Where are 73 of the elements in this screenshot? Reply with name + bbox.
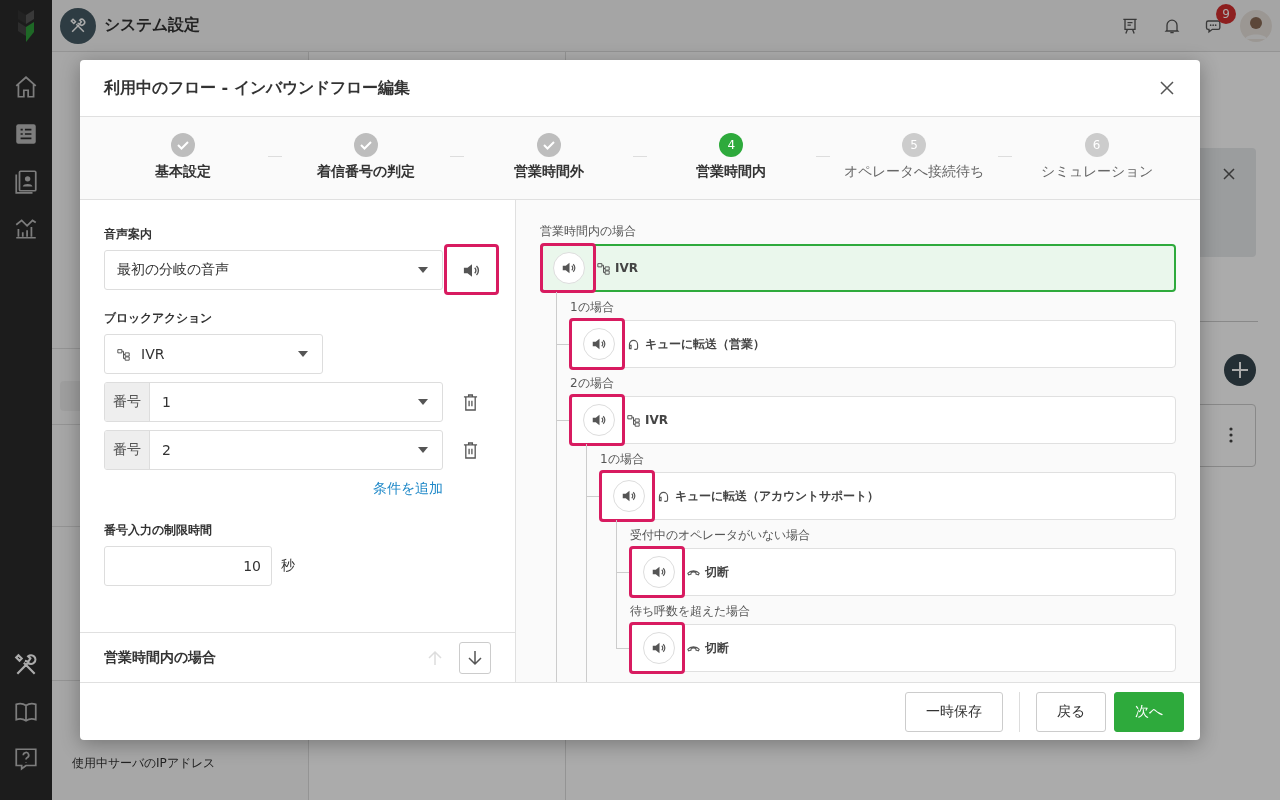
play-button[interactable] — [583, 404, 615, 436]
flow-node[interactable]: 切断 — [630, 548, 1176, 596]
headset-icon — [657, 489, 670, 503]
list-icon[interactable] — [13, 121, 39, 147]
save-draft-button[interactable]: 一時保存 — [905, 691, 1003, 732]
flow-node[interactable]: IVR — [540, 244, 1176, 292]
play-button[interactable] — [583, 328, 615, 360]
hierarchy-icon — [117, 347, 130, 361]
speaker-icon — [651, 642, 667, 654]
add-condition-link[interactable]: 条件を追加 — [373, 480, 443, 498]
caret-icon — [418, 447, 428, 453]
step-label[interactable]: 基本設定 — [155, 163, 212, 181]
contact-card-icon[interactable] — [13, 168, 39, 194]
sidebar-item[interactable]: 使用中サーバのIPアドレス — [72, 755, 308, 772]
more-icon[interactable] — [1229, 427, 1233, 443]
speaker-icon — [651, 566, 667, 578]
arrow-icon — [467, 649, 483, 666]
hierarchy-icon — [627, 413, 640, 427]
close-icon[interactable] — [1160, 81, 1174, 95]
number-select[interactable]: 番号 1 — [104, 382, 443, 422]
caret-icon — [298, 351, 308, 357]
step-label[interactable]: 営業時間内 — [696, 163, 767, 181]
number-select[interactable]: 番号 2 — [104, 430, 443, 470]
arrow-icon — [427, 649, 443, 666]
step-label[interactable]: オペレータへ接続待ち — [844, 163, 984, 181]
trash-icon[interactable] — [463, 393, 478, 411]
dialog-title: 利用中のフロー - インバウンドフロー編集 — [104, 77, 410, 99]
move-down-button[interactable] — [459, 641, 491, 674]
flow-node[interactable]: キューに転送（アカウントサポート） — [600, 472, 1176, 520]
voice-select[interactable]: 最初の分岐の音声 — [104, 250, 443, 290]
flow-node[interactable]: 切断 — [630, 624, 1176, 672]
caret-icon — [418, 399, 428, 405]
section-title: 営業時間内の場合 — [104, 648, 216, 667]
speaker-icon — [591, 414, 607, 426]
field-label: 音声案内 — [104, 226, 152, 243]
headset-icon — [627, 337, 640, 351]
condition-label: 2の場合 — [570, 375, 614, 392]
step-label[interactable]: 着信番号の判定 — [317, 163, 415, 181]
back-button[interactable]: 戻る — [1036, 691, 1106, 732]
close-icon[interactable] — [1222, 167, 1236, 181]
step-label[interactable]: シミュレーション — [1040, 163, 1153, 181]
field-label: 番号入力の制限時間 — [104, 522, 212, 539]
home-icon[interactable] — [13, 74, 39, 100]
field-label: ブロックアクション — [104, 310, 212, 327]
condition-label: 1の場合 — [600, 451, 644, 468]
add-button[interactable] — [1224, 354, 1256, 386]
settings-badge-icon — [60, 7, 96, 44]
play-button[interactable] — [553, 252, 585, 284]
play-button[interactable] — [643, 632, 675, 664]
caret-icon — [418, 267, 428, 273]
speaker-icon — [561, 262, 577, 274]
condition-label: 1の場合 — [570, 299, 614, 316]
play-button[interactable] — [643, 556, 675, 588]
speaker-icon — [621, 490, 637, 502]
condition-label: 待ち呼数を超えた場合 — [630, 603, 750, 620]
step-number: 4 — [719, 133, 744, 157]
play-button[interactable] — [613, 480, 645, 512]
page-title: システム設定 — [104, 15, 200, 36]
condition-label: 営業時間内の場合 — [540, 223, 636, 240]
flow-node[interactable]: キューに転送（営業） — [570, 320, 1176, 368]
condition-label: 受付中のオペレータがいない場合 — [630, 527, 810, 544]
help-icon[interactable] — [13, 746, 39, 772]
hierarchy-icon — [597, 261, 610, 275]
trash-icon[interactable] — [463, 441, 478, 459]
flow-node[interactable]: IVR — [570, 396, 1176, 444]
action-select[interactable]: IVR — [104, 334, 323, 374]
step-label[interactable]: 営業時間外 — [513, 163, 584, 181]
unit-label: 秒 — [281, 557, 295, 575]
speaker-icon — [463, 262, 481, 278]
notification-badge: 9 — [1216, 3, 1236, 24]
avatar[interactable] — [1240, 9, 1272, 42]
timeout-field[interactable]: 10 — [104, 546, 272, 586]
speaker-icon — [591, 338, 607, 350]
